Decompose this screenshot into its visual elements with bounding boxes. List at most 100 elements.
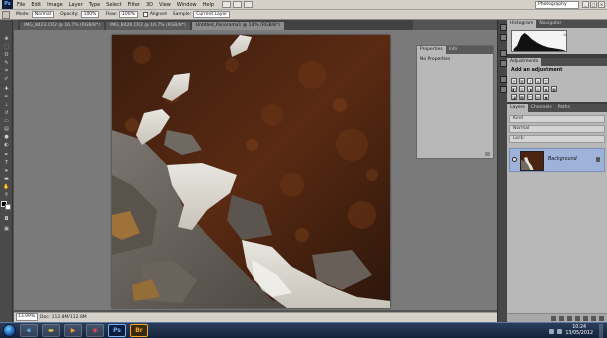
tab-adjustments[interactable]: Adjustments (507, 58, 542, 66)
quick-mask-icon[interactable]: ◘ (2, 216, 11, 222)
menu-type[interactable]: Type (89, 0, 100, 10)
layer-name[interactable]: Background (548, 157, 577, 162)
minibridge-icon[interactable] (233, 1, 243, 8)
flow-input[interactable]: 100% (119, 11, 138, 18)
vibrance-icon[interactable]: ▽ (543, 78, 549, 84)
start-button[interactable] (3, 324, 16, 337)
cache-warning-icon[interactable]: ⚠ (563, 32, 567, 37)
hand-icon[interactable]: ✋ (2, 184, 11, 190)
tab-properties[interactable]: Properties (417, 46, 446, 54)
type-icon[interactable]: T (2, 160, 11, 166)
marquee-icon[interactable]: ⬚ (2, 44, 11, 50)
tab-channels[interactable]: Channels (528, 104, 555, 112)
clone-stamp-icon[interactable]: ⊥ (2, 102, 11, 108)
color-lookup-icon[interactable]: ▦ (551, 86, 557, 92)
file-explorer-icon[interactable]: ▬ (42, 324, 60, 337)
add-mask-icon[interactable] (567, 315, 572, 321)
menu-edit[interactable]: Edit (31, 0, 41, 10)
tab-img-8426[interactable]: IMG_8426.CR2 @ 16.7% (RGB/8*) (105, 22, 190, 30)
network-icon[interactable] (549, 328, 555, 334)
bridge-taskbar-icon[interactable]: Br (130, 324, 148, 337)
screen-mode-icon[interactable]: ▣ (2, 226, 11, 232)
tab-paths[interactable]: Paths (555, 104, 573, 112)
panorama-image[interactable] (112, 35, 390, 308)
minimize-icon[interactable]: _ (582, 1, 589, 8)
sample-select[interactable]: Current Layer (193, 11, 231, 18)
brush-icon[interactable]: ✏ (2, 94, 11, 100)
brightness-contrast-icon[interactable]: ☼ (511, 78, 517, 84)
pen-icon[interactable]: ✒ (2, 152, 11, 158)
new-group-icon[interactable] (583, 315, 588, 321)
opacity-input[interactable]: 100% (80, 11, 100, 18)
menu-select[interactable]: Select (106, 0, 121, 10)
aligned-checkbox[interactable] (142, 12, 148, 17)
brush-panel-icon[interactable] (500, 50, 507, 57)
new-adjustment-icon[interactable] (575, 315, 580, 321)
eraser-icon[interactable]: ▭ (2, 118, 11, 124)
zoom-icon[interactable]: ⚲ (2, 192, 11, 198)
menu-3d[interactable]: 3D (146, 0, 153, 10)
black-white-icon[interactable]: ◑ (527, 86, 533, 92)
actions-panel-icon[interactable] (500, 34, 507, 41)
tab-untitled-panorama[interactable]: Untitled_Panorama1 @ 14% (RGB/8*) (191, 22, 284, 30)
trash-icon[interactable] (599, 315, 604, 321)
tab-info[interactable]: Info (446, 46, 461, 54)
gradient-map-icon[interactable]: ▤ (535, 94, 541, 100)
history-panel-icon[interactable] (500, 24, 507, 31)
clone-source-panel-icon[interactable] (500, 60, 507, 67)
eyedropper-icon[interactable]: ✐ (2, 76, 11, 82)
threshold-icon[interactable]: ◫ (527, 94, 533, 100)
zoom-level-icon[interactable] (244, 1, 254, 8)
quick-select-icon[interactable]: ✎ (2, 60, 11, 66)
photoshop-taskbar-icon[interactable]: Ps (108, 324, 126, 337)
layer-style-icon[interactable] (559, 315, 564, 321)
new-layer-icon[interactable] (591, 315, 596, 321)
workspace-switcher[interactable]: Photography (535, 1, 579, 9)
exposure-icon[interactable]: ± (535, 78, 541, 84)
history-brush-icon[interactable]: ↺ (2, 110, 11, 116)
visibility-eye-icon[interactable] (512, 157, 517, 162)
panel-menu-icon[interactable] (485, 152, 490, 156)
close-icon[interactable]: × (598, 1, 605, 8)
menu-window[interactable]: Window (177, 0, 197, 10)
media-player-icon[interactable]: ▶ (64, 324, 82, 337)
character-panel-icon[interactable] (500, 76, 507, 83)
menu-image[interactable]: Image (47, 0, 63, 10)
show-desktop-button[interactable] (599, 324, 603, 338)
selective-color-icon[interactable]: ◆ (543, 94, 549, 100)
invert-icon[interactable]: ◪ (511, 94, 517, 100)
menu-filter[interactable]: Filter (128, 0, 140, 10)
blend-mode-select[interactable]: Normal (509, 125, 605, 133)
menu-view[interactable]: View (159, 0, 171, 10)
lock-row[interactable]: Lock: (509, 135, 605, 143)
path-select-icon[interactable]: ➤ (2, 168, 11, 174)
lasso-icon[interactable]: ʘ (2, 52, 11, 58)
shape-icon[interactable]: ▬ (2, 176, 11, 182)
paragraph-panel-icon[interactable] (500, 86, 507, 93)
healing-icon[interactable]: ✚ (2, 86, 11, 92)
tab-navigator[interactable]: Navigator (536, 20, 564, 28)
clock[interactable]: 10:24 13/05/2012 (565, 325, 593, 337)
tab-histogram[interactable]: Histogram (507, 20, 537, 28)
background-color-swatch[interactable] (5, 204, 11, 210)
levels-icon[interactable]: ▥ (519, 78, 525, 84)
tool-preset-icon[interactable] (2, 10, 10, 19)
internet-explorer-icon[interactable]: e (20, 324, 38, 337)
crop-icon[interactable]: ⌗ (2, 68, 11, 74)
link-layers-icon[interactable] (551, 315, 556, 321)
dodge-icon[interactable]: ◐ (2, 142, 11, 148)
move-icon[interactable]: ✥ (2, 36, 11, 42)
photo-filter-icon[interactable]: ◎ (535, 86, 541, 92)
channel-mixer-icon[interactable]: ◈ (543, 86, 549, 92)
menu-file[interactable]: File (17, 0, 25, 10)
color-balance-icon[interactable]: ⚖ (519, 86, 525, 92)
zoom-level-input[interactable]: 13.99% (16, 313, 38, 321)
tab-img-8423[interactable]: IMG_8423.CR2 @ 16.7% (RGB/8*) (20, 22, 104, 30)
maximize-icon[interactable]: □ (590, 1, 597, 8)
layer-row-background[interactable]: Background (509, 148, 605, 172)
menu-help[interactable]: Help (203, 0, 214, 10)
bridge-launch-icon[interactable] (222, 1, 232, 8)
blur-icon[interactable]: ● (2, 134, 11, 140)
layer-filter-kind[interactable]: Kind (509, 115, 605, 123)
gradient-icon[interactable]: ▤ (2, 126, 11, 132)
